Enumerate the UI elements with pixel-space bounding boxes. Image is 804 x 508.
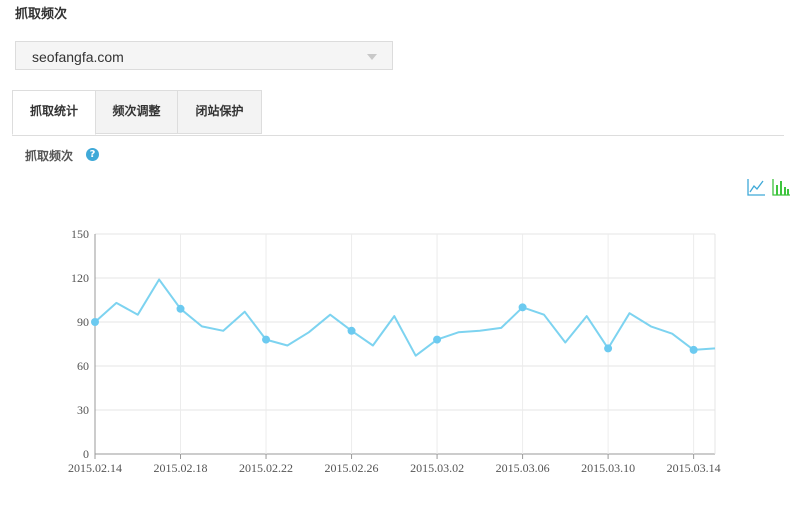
data-point — [518, 303, 527, 312]
data-point — [604, 344, 613, 353]
data-point — [433, 335, 442, 344]
data-point — [176, 304, 185, 313]
x-tick-label: 2015.03.06 — [496, 461, 550, 475]
data-point — [347, 326, 356, 335]
x-tick-label: 2015.02.18 — [154, 461, 208, 475]
x-tick-label: 2015.02.14 — [68, 461, 122, 475]
y-tick-label: 0 — [83, 447, 89, 461]
y-tick-label: 60 — [77, 359, 89, 373]
data-point — [91, 318, 99, 326]
y-tick-label: 90 — [77, 315, 89, 329]
x-tick-label: 2015.02.22 — [239, 461, 293, 475]
y-tick-label: 150 — [71, 227, 89, 241]
y-tick-label: 120 — [71, 271, 89, 285]
y-tick-label: 30 — [77, 403, 89, 417]
series-line — [94, 278, 716, 357]
crawl-frequency-chart: 0 30 60 90 120 150 2015.02.14 2015.02.18 2015.02… — [68, 227, 721, 475]
x-tick-label: 2015.02.26 — [325, 461, 379, 475]
data-point — [262, 335, 271, 344]
x-tick-label: 2015.03.10 — [581, 461, 635, 475]
x-tick-label: 2015.03.02 — [410, 461, 464, 475]
x-tick-label: 2015.03.14 — [667, 461, 721, 475]
data-point — [689, 345, 698, 354]
